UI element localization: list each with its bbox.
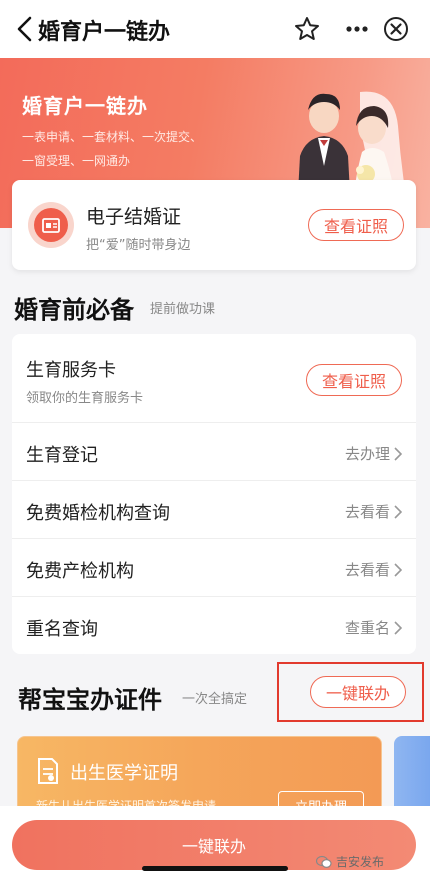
- list-item-birth-registration[interactable]: 生育登记 去办理: [12, 422, 416, 480]
- marriage-certificate-card[interactable]: 电子结婚证 把“爱”随时带身边 查看证照: [12, 180, 416, 270]
- wechat-icon: [316, 855, 332, 868]
- section-subtitle-baby: 一次全搞定: [182, 692, 248, 707]
- more-icon[interactable]: [345, 20, 369, 38]
- certificate-icon: [28, 202, 74, 248]
- list-item-action: 去看看: [344, 561, 390, 579]
- chevron-right-icon: [394, 562, 402, 577]
- nav-bar: 婚育户一链办: [0, 0, 430, 58]
- list-item-label: 重名查询: [26, 619, 98, 640]
- one-click-joint-button[interactable]: 一键联办: [310, 676, 406, 708]
- list-item-label: 生育服务卡: [26, 360, 116, 381]
- star-icon[interactable]: [293, 15, 321, 43]
- page-title: 婚育户一链办: [38, 20, 171, 45]
- list-item-action: 去办理: [344, 445, 390, 463]
- view-certificate-button[interactable]: 查看证照: [308, 209, 404, 241]
- view-service-card-button[interactable]: 查看证照: [306, 364, 402, 396]
- list-item-action: 去看看: [344, 503, 390, 521]
- cert-subtitle: 把“爱”随时带身边: [86, 238, 191, 253]
- watermark: 吉安发布: [316, 853, 384, 870]
- hero-title: 婚育户一链办: [22, 94, 148, 118]
- hero-slogan-line1: 一表申请、一套材料、一次提交、: [22, 130, 203, 144]
- prep-list: 生育服务卡 领取你的生育服务卡 查看证照 生育登记 去办理 免费婚检机构查询 去…: [12, 334, 416, 654]
- list-item-label: 免费婚检机构查询: [26, 503, 170, 524]
- hero-slogan-line2: 一窗受理、一网通办: [22, 154, 131, 168]
- cert-title: 电子结婚证: [86, 206, 182, 228]
- close-circle-icon[interactable]: [381, 14, 411, 44]
- list-item-name-check[interactable]: 重名查询 查重名: [12, 596, 416, 654]
- list-item-service-card[interactable]: 生育服务卡 领取你的生育服务卡 查看证照: [12, 334, 416, 422]
- birth-certificate-card[interactable]: 出生医学证明 新生儿出生医学证明首次签发申请 立即办理: [17, 736, 382, 816]
- chevron-right-icon: [394, 504, 402, 519]
- home-indicator: [142, 866, 288, 871]
- list-item-marriage-check[interactable]: 免费婚检机构查询 去看看: [12, 480, 416, 538]
- chevron-right-icon: [394, 620, 402, 635]
- chevron-right-icon: [394, 446, 402, 461]
- list-item-sublabel: 领取你的生育服务卡: [26, 391, 144, 406]
- back-chevron-icon[interactable]: [14, 16, 36, 42]
- section-title-prep: 婚育前必备: [14, 296, 134, 324]
- section-subtitle-prep: 提前做功课: [150, 302, 216, 317]
- document-icon: [38, 758, 58, 784]
- list-item-label: 生育登记: [26, 445, 98, 466]
- list-item-action: 查重名: [344, 619, 390, 637]
- list-item-prenatal-check[interactable]: 免费产检机构 去看看: [12, 538, 416, 596]
- next-card-peek[interactable]: [394, 736, 430, 816]
- birth-certificate-title: 出生医学证明: [70, 763, 178, 784]
- section-title-baby: 帮宝宝办证件: [18, 686, 162, 714]
- list-item-label: 免费产检机构: [26, 561, 134, 582]
- watermark-text: 吉安发布: [336, 855, 385, 869]
